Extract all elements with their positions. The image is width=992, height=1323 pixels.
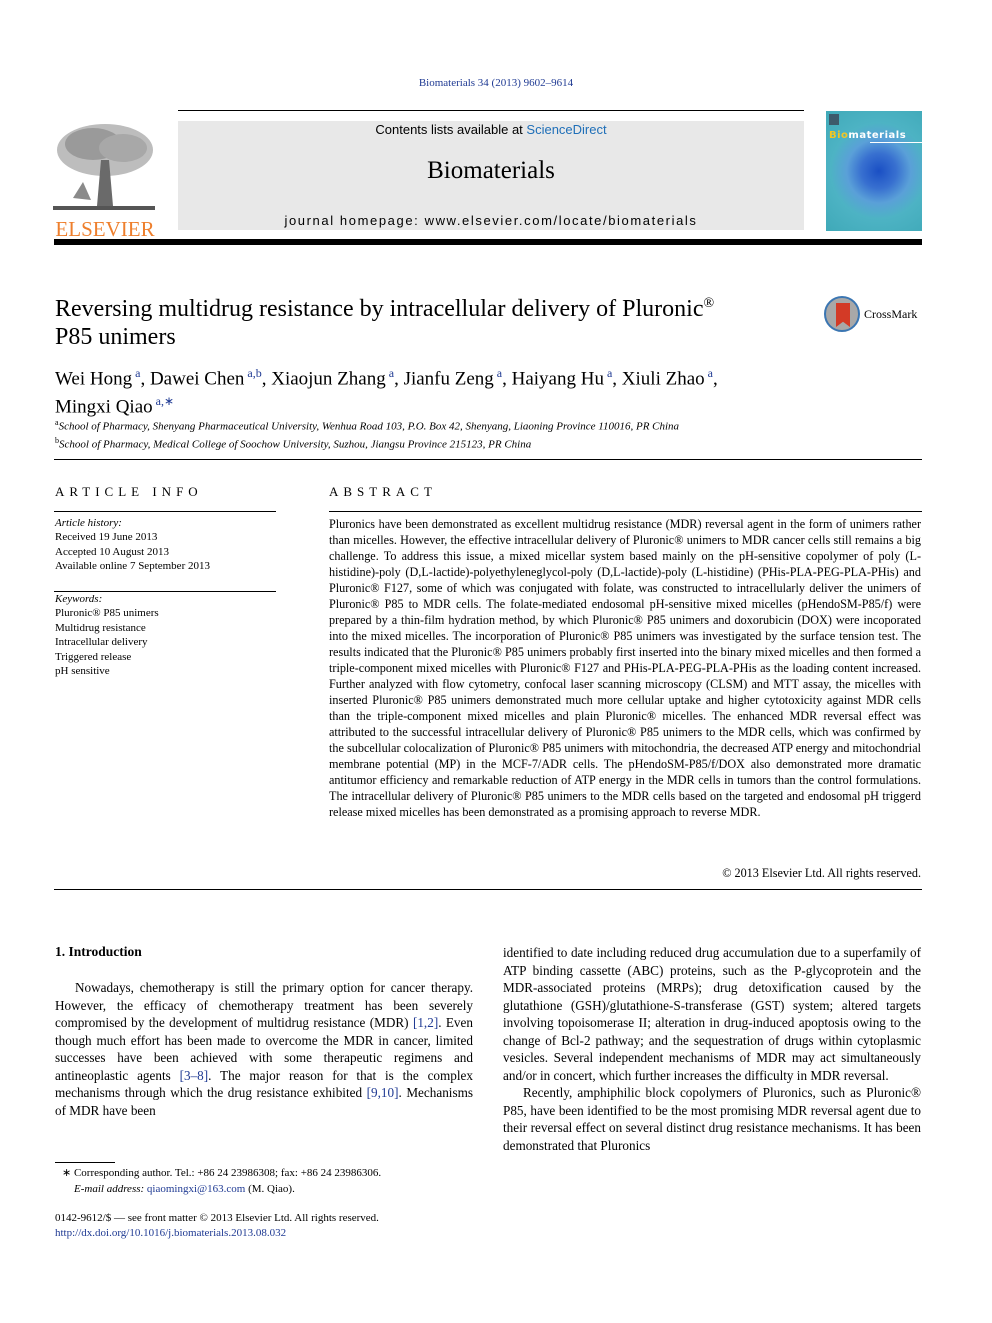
author-name[interactable]: Jianfu Zeng xyxy=(404,368,494,389)
journal-cover-thumbnail[interactable]: Biomaterials xyxy=(826,111,922,231)
author-name[interactable]: Mingxi Qiao xyxy=(55,397,153,418)
issn-line: 0142-9612/$ — see front matter © 2013 El… xyxy=(55,1212,379,1224)
author-name[interactable]: Wei Hong xyxy=(55,368,132,389)
contents-prefix: Contents lists available at xyxy=(375,122,527,137)
author-affiliation-marker[interactable]: a,b xyxy=(244,366,261,380)
history-item: Accepted 10 August 2013 xyxy=(55,545,169,558)
introduction-paragraph-1: Nowadays, chemotherapy is still the prim… xyxy=(55,980,473,1118)
article-history: Article history: Received 19 June 2013 A… xyxy=(55,516,210,574)
author-name[interactable]: Xiaojun Zhang xyxy=(271,368,386,389)
elsevier-tree-icon xyxy=(53,120,155,212)
author-name[interactable]: Haiyang Hu xyxy=(512,368,604,389)
email-link[interactable]: qiaomingxi@163.com xyxy=(147,1183,245,1195)
right-column: identified to date including reduced dru… xyxy=(503,944,921,1154)
introduction-heading: 1. Introduction xyxy=(55,944,142,959)
footnote-rule xyxy=(55,1162,115,1163)
affiliation-item: aSchool of Pharmacy, Shenyang Pharmaceut… xyxy=(55,418,680,433)
author-affiliation-marker[interactable]: a xyxy=(494,366,502,380)
keyword-item: Intracellular delivery xyxy=(55,636,148,649)
author-affiliation-marker[interactable]: a xyxy=(705,366,713,380)
journal-name: Biomaterials xyxy=(427,157,555,184)
article-title: Reversing multidrug resistance by intrac… xyxy=(55,296,715,350)
contents-line: Contents lists available at ScienceDirec… xyxy=(178,122,804,137)
keyword-item: Pluronic® P85 unimers xyxy=(55,607,159,620)
author-affiliation-marker[interactable]: a xyxy=(604,366,612,380)
corresponding-author-footnote: ∗ Corresponding author. Tel.: +86 24 239… xyxy=(62,1167,382,1195)
author-affiliation-marker[interactable]: a xyxy=(386,366,394,380)
reference-link[interactable]: [3–8] xyxy=(180,1068,209,1083)
article-info-heading: ARTICLE INFO xyxy=(55,484,203,499)
author-name[interactable]: Xiuli Zhao xyxy=(622,368,705,389)
journal-citation[interactable]: Biomaterials 34 (2013) 9602–9614 xyxy=(0,77,992,89)
crossmark-icon xyxy=(824,296,860,332)
keywords: Keywords: Pluronic® P85 unimers Multidru… xyxy=(55,592,159,678)
cover-emblem-icon xyxy=(829,114,839,125)
author-affiliation-marker[interactable]: a xyxy=(132,366,140,380)
abstract-heading: ABSTRACT xyxy=(329,484,437,499)
issn-footer: 0142-9612/$ — see front matter © 2013 El… xyxy=(55,1211,475,1241)
corresponding-author-text: Corresponding author. Tel.: +86 24 23986… xyxy=(73,1167,382,1179)
crossmark-button[interactable]: CrossMark xyxy=(824,296,924,336)
abstract-copyright: © 2013 Elsevier Ltd. All rights reserved… xyxy=(722,866,921,880)
section-rule xyxy=(54,459,922,460)
introduction-paragraph-3: Recently, amphiphilic block copolymers o… xyxy=(503,1085,921,1153)
affiliation-item: bSchool of Pharmacy, Medical College of … xyxy=(55,435,532,451)
abstract-bottom-rule xyxy=(54,889,922,890)
keyword-item: Triggered release xyxy=(55,650,132,663)
keyword-item: pH sensitive xyxy=(55,665,110,678)
article-info-rule xyxy=(54,511,276,512)
masthead-thick-rule xyxy=(54,239,922,245)
sciencedirect-link[interactable]: ScienceDirect xyxy=(526,122,606,137)
keyword-item: Multidrug resistance xyxy=(55,621,146,634)
doi-link[interactable]: http://dx.doi.org/10.1016/j.biomaterials… xyxy=(55,1227,286,1239)
author-name[interactable]: Dawei Chen xyxy=(150,368,244,389)
elsevier-logo[interactable]: ELSEVIER xyxy=(53,120,157,240)
reference-link[interactable]: [1,2] xyxy=(413,1015,438,1030)
affiliations: aSchool of Pharmacy, Shenyang Pharmaceut… xyxy=(55,416,815,451)
abstract-rule xyxy=(329,511,922,512)
reference-link[interactable]: [9,10] xyxy=(367,1085,399,1100)
email-label: E-mail address: xyxy=(74,1183,147,1195)
cover-title: Biomaterials xyxy=(829,130,907,141)
author-list: Wei Hong a, Dawei Chen a,b, Xiaojun Zhan… xyxy=(55,366,718,418)
abstract-body: Pluronics have been demonstrated as exce… xyxy=(329,517,921,819)
crossmark-label: CrossMark xyxy=(864,307,918,321)
keywords-label: Keywords: xyxy=(55,593,103,605)
history-item: Received 19 June 2013 xyxy=(55,531,158,544)
history-label: Article history: xyxy=(55,517,122,529)
journal-masthead: Contents lists available at ScienceDirec… xyxy=(178,121,804,230)
author-affiliation-marker[interactable]: a,∗ xyxy=(153,394,174,408)
header-rule xyxy=(178,110,804,111)
history-item: Available online 7 September 2013 xyxy=(55,560,210,573)
cover-rule xyxy=(870,142,922,143)
journal-homepage[interactable]: journal homepage: www.elsevier.com/locat… xyxy=(178,213,804,228)
introduction-paragraph-2: identified to date including reduced dru… xyxy=(503,945,921,1083)
elsevier-wordmark: ELSEVIER xyxy=(55,217,155,241)
